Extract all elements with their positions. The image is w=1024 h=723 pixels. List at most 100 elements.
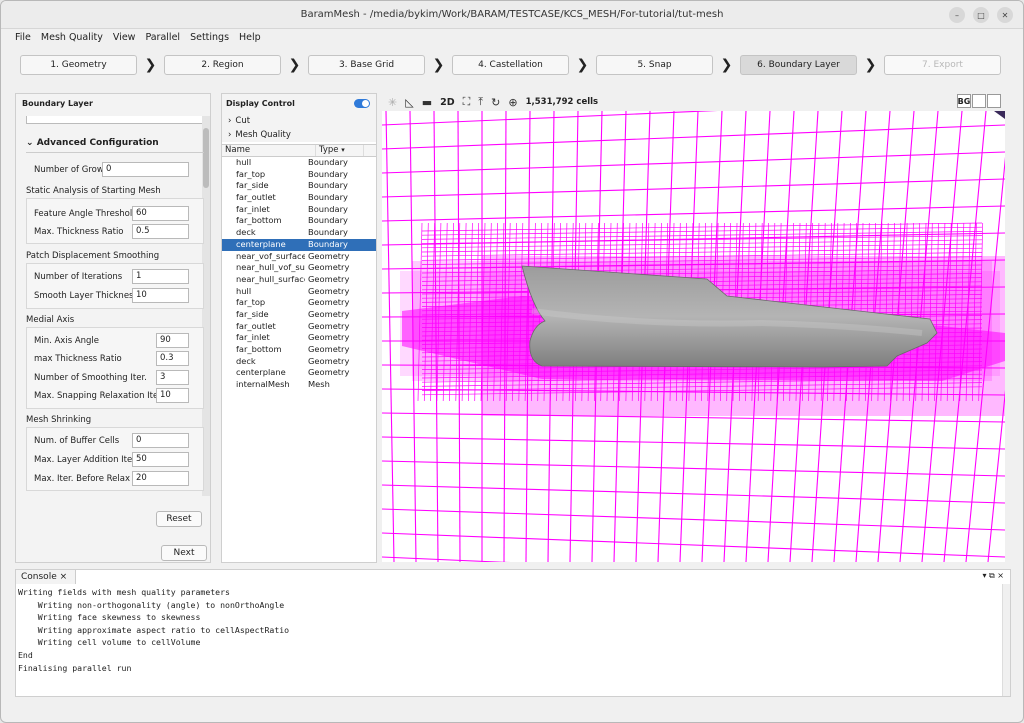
- ruler-icon[interactable]: ◺: [405, 96, 413, 109]
- row-type: Boundary: [308, 157, 348, 167]
- table-row[interactable]: far_inlet Boundary: [222, 204, 376, 216]
- step-boundary-layer[interactable]: 6. Boundary Layer: [740, 55, 857, 75]
- table-row[interactable]: centerplane Geometry: [222, 367, 376, 379]
- max-thickness-ratio-field[interactable]: 0.3: [156, 351, 189, 366]
- table-row[interactable]: near_hull_vof_sur...Geometry: [222, 262, 376, 274]
- table-row[interactable]: far_bottom Geometry: [222, 344, 376, 356]
- row-type: Geometry: [308, 250, 350, 261]
- row-type: Boundary: [308, 203, 348, 214]
- table-row[interactable]: hull Geometry: [222, 286, 376, 298]
- table-row[interactable]: deck Geometry: [222, 356, 376, 368]
- max-snapping-field[interactable]: 10: [156, 388, 189, 403]
- advanced-configuration-toggle[interactable]: ⌄ Advanced Configuration: [26, 138, 159, 148]
- table-row[interactable]: far_top Geometry: [222, 297, 376, 309]
- reset-button[interactable]: Reset: [156, 511, 202, 527]
- menu-parallel[interactable]: Parallel: [145, 32, 180, 43]
- chevron-right-icon: ›: [228, 130, 232, 140]
- table-row[interactable]: far_side Geometry: [222, 309, 376, 321]
- display-control-panel: Display Control › Cut › Mesh Quality Name …: [221, 93, 377, 563]
- row-type: Boundary: [308, 192, 348, 203]
- rotate-icon[interactable]: ↻: [491, 96, 500, 109]
- console-line: Writing face skewness to skewness: [18, 612, 201, 623]
- 3d-viewport[interactable]: [382, 111, 1005, 562]
- min-axis-angle-label: Min. Axis Angle: [34, 336, 100, 346]
- close-icon[interactable]: ✕: [997, 7, 1013, 23]
- column-type[interactable]: Type ▾: [316, 145, 364, 156]
- min-axis-angle-field[interactable]: 90: [156, 333, 189, 348]
- axes-icon[interactable]: ✳: [388, 96, 397, 109]
- max-iter-relax-field[interactable]: 20: [132, 471, 189, 486]
- step-geometry[interactable]: 1. Geometry: [20, 55, 137, 75]
- up-axis-icon[interactable]: ⤒: [478, 95, 483, 109]
- next-button[interactable]: Next: [161, 545, 207, 561]
- scrollbar[interactable]: [1002, 584, 1010, 696]
- console-tab[interactable]: Console ×: [16, 570, 76, 584]
- step-export: 7. Export: [884, 55, 1001, 75]
- display-toggle[interactable]: [354, 99, 370, 108]
- chevron-right-icon: ❯: [720, 57, 733, 73]
- table-row[interactable]: near_vof_surface Geometry: [222, 251, 376, 263]
- step-snap[interactable]: 5. Snap: [596, 55, 713, 75]
- plane-icon[interactable]: ▬: [422, 96, 432, 109]
- close-icon[interactable]: ×: [60, 572, 68, 582]
- 2d-mode-button[interactable]: 2D: [440, 97, 455, 108]
- num-iterations-field[interactable]: 1: [132, 269, 189, 284]
- bg-color-1[interactable]: [972, 94, 986, 108]
- title-bar: BaramMesh - /media/bykim/Work/BARAM/TEST…: [1, 1, 1023, 29]
- row-type: Geometry: [308, 285, 350, 296]
- row-name: hull: [236, 157, 252, 167]
- feature-angle-field[interactable]: 60: [132, 206, 189, 221]
- console-line: Writing fields with mesh quality paramet…: [18, 587, 230, 597]
- table-row[interactable]: far_outlet Geometry: [222, 321, 376, 333]
- menu-help[interactable]: Help: [239, 32, 261, 43]
- table-row[interactable]: far_top Boundary: [222, 169, 376, 181]
- chevron-right-icon: ❯: [576, 57, 589, 73]
- row-name: centerplane: [236, 238, 286, 249]
- row-type: Boundary: [308, 215, 348, 226]
- table-row[interactable]: far_bottom Boundary: [222, 215, 376, 227]
- menu-view[interactable]: View: [113, 32, 136, 43]
- column-name[interactable]: Name: [222, 145, 316, 156]
- smooth-layer-field[interactable]: 10: [132, 288, 189, 303]
- num-smoothing-label: Number of Smoothing Iter.: [34, 373, 147, 383]
- table-row[interactable]: internalMesh Mesh: [222, 379, 376, 391]
- table-row[interactable]: far_inlet Geometry: [222, 332, 376, 344]
- bg-button[interactable]: BG: [957, 94, 971, 108]
- buffer-cells-field[interactable]: 0: [132, 433, 189, 448]
- table-row[interactable]: far_side Boundary: [222, 180, 376, 192]
- close-icon[interactable]: ×: [997, 571, 1004, 580]
- max-layer-addition-field[interactable]: 50: [132, 452, 189, 467]
- maximize-icon[interactable]: □: [973, 7, 989, 23]
- max-thickness-field[interactable]: 0.5: [132, 224, 189, 239]
- step-region[interactable]: 2. Region: [164, 55, 281, 75]
- table-row[interactable]: far_outlet Boundary: [222, 192, 376, 204]
- row-type: Boundary: [308, 238, 348, 249]
- row-name: deck: [236, 355, 256, 366]
- menu-file[interactable]: File: [15, 32, 31, 43]
- table-row[interactable]: hull Boundary: [222, 157, 376, 169]
- menu-mesh-quality[interactable]: Mesh Quality: [41, 32, 103, 43]
- table-row[interactable]: near_hull_surface Geometry: [222, 274, 376, 286]
- num-grow-field[interactable]: 0: [102, 162, 189, 177]
- zoom-icon[interactable]: ⊕: [508, 96, 517, 109]
- bg-color-2[interactable]: [987, 94, 1001, 108]
- max-iter-relax-label: Max. Iter. Before Relax: [34, 474, 131, 484]
- cut-item[interactable]: › Cut: [222, 114, 376, 128]
- mesh-quality-item[interactable]: › Mesh Quality: [222, 128, 376, 142]
- row-name: near_vof_surface: [236, 250, 305, 261]
- chevron-down-icon[interactable]: ▾: [982, 571, 986, 580]
- float-icon[interactable]: ⧉: [989, 571, 995, 580]
- table-row[interactable]: deck Boundary: [222, 227, 376, 239]
- num-smoothing-field[interactable]: 3: [156, 370, 189, 385]
- static-analysis-label: Static Analysis of Starting Mesh: [26, 186, 161, 196]
- menu-settings[interactable]: Settings: [190, 32, 229, 43]
- row-name: centerplane: [236, 367, 286, 378]
- fit-view-icon[interactable]: ⛶: [463, 95, 471, 109]
- minimize-icon[interactable]: –: [949, 7, 965, 23]
- chevron-right-icon: ›: [228, 116, 232, 126]
- table-row[interactable]: centerplane Boundary: [222, 238, 376, 251]
- workflow-steps: 1. Geometry ❯ 2. Region ❯ 3. Base Grid ❯…: [20, 55, 1001, 75]
- num-grow-label: Number of Grow: [34, 165, 104, 175]
- step-base-grid[interactable]: 3. Base Grid: [308, 55, 425, 75]
- step-castellation[interactable]: 4. Castellation: [452, 55, 569, 75]
